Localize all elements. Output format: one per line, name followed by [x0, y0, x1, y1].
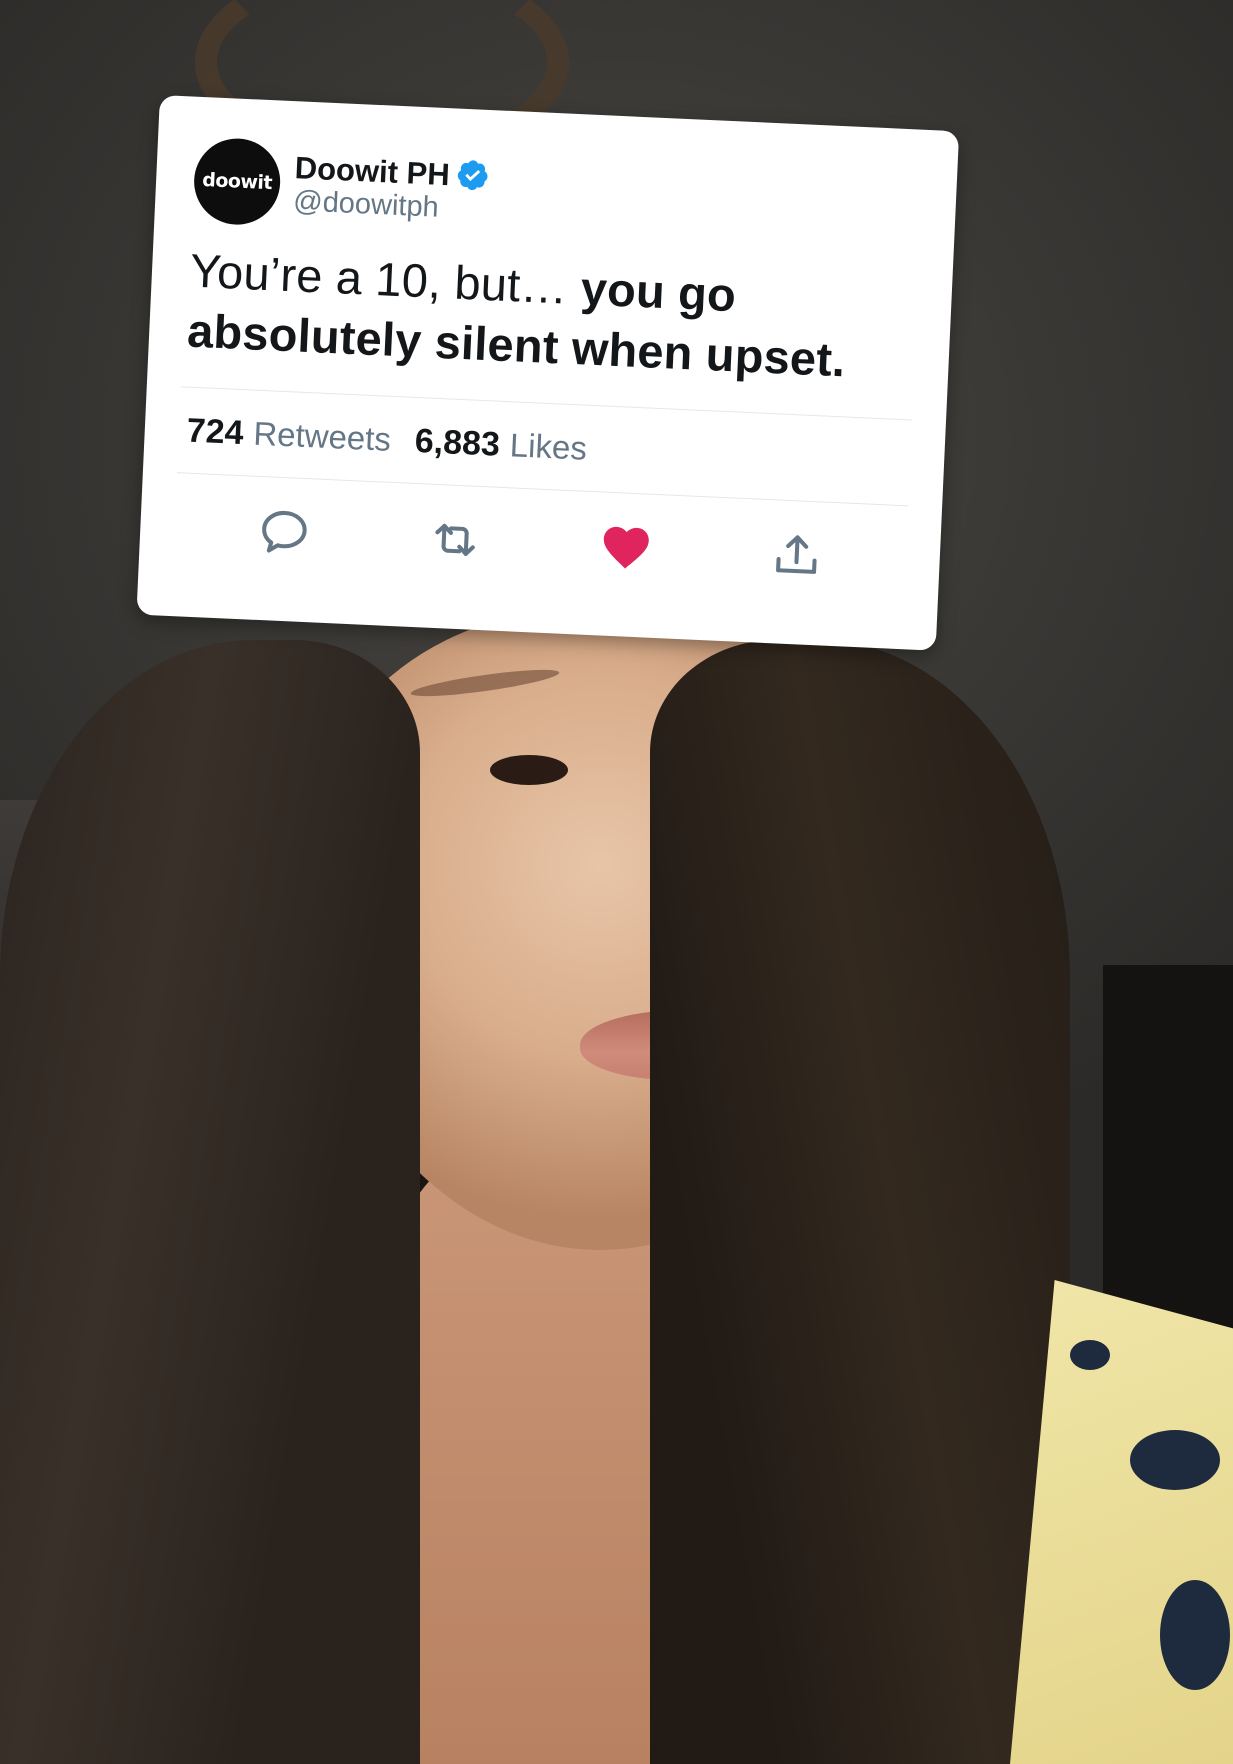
likes-count[interactable]: 6,883 [414, 422, 501, 465]
share-icon[interactable] [767, 526, 825, 584]
heart-icon[interactable] [596, 519, 654, 577]
author-info: Doowit PH @doowitph [293, 150, 491, 228]
reply-icon[interactable] [255, 503, 313, 561]
hair-right [650, 640, 1070, 1764]
likes-label[interactable]: Likes [509, 427, 588, 468]
avatar-logo-text: doowit [201, 169, 273, 195]
retweet-icon[interactable] [425, 511, 483, 569]
tweet-text-regular: You’re a 10, but… [188, 243, 583, 315]
tweet-text: You’re a 10, but… you go absolutely sile… [186, 241, 915, 394]
left-eye [490, 755, 568, 785]
hair-left [0, 640, 420, 1764]
tweet-header: doowit Doowit PH @doowitph [192, 136, 919, 256]
retweets-label[interactable]: Retweets [253, 415, 392, 459]
retweets-count[interactable]: 724 [186, 412, 244, 454]
avatar[interactable]: doowit [192, 136, 283, 227]
verified-badge-icon [455, 158, 491, 194]
tweet-card: doowit Doowit PH @doowitph You’re a 10, … [136, 95, 960, 651]
